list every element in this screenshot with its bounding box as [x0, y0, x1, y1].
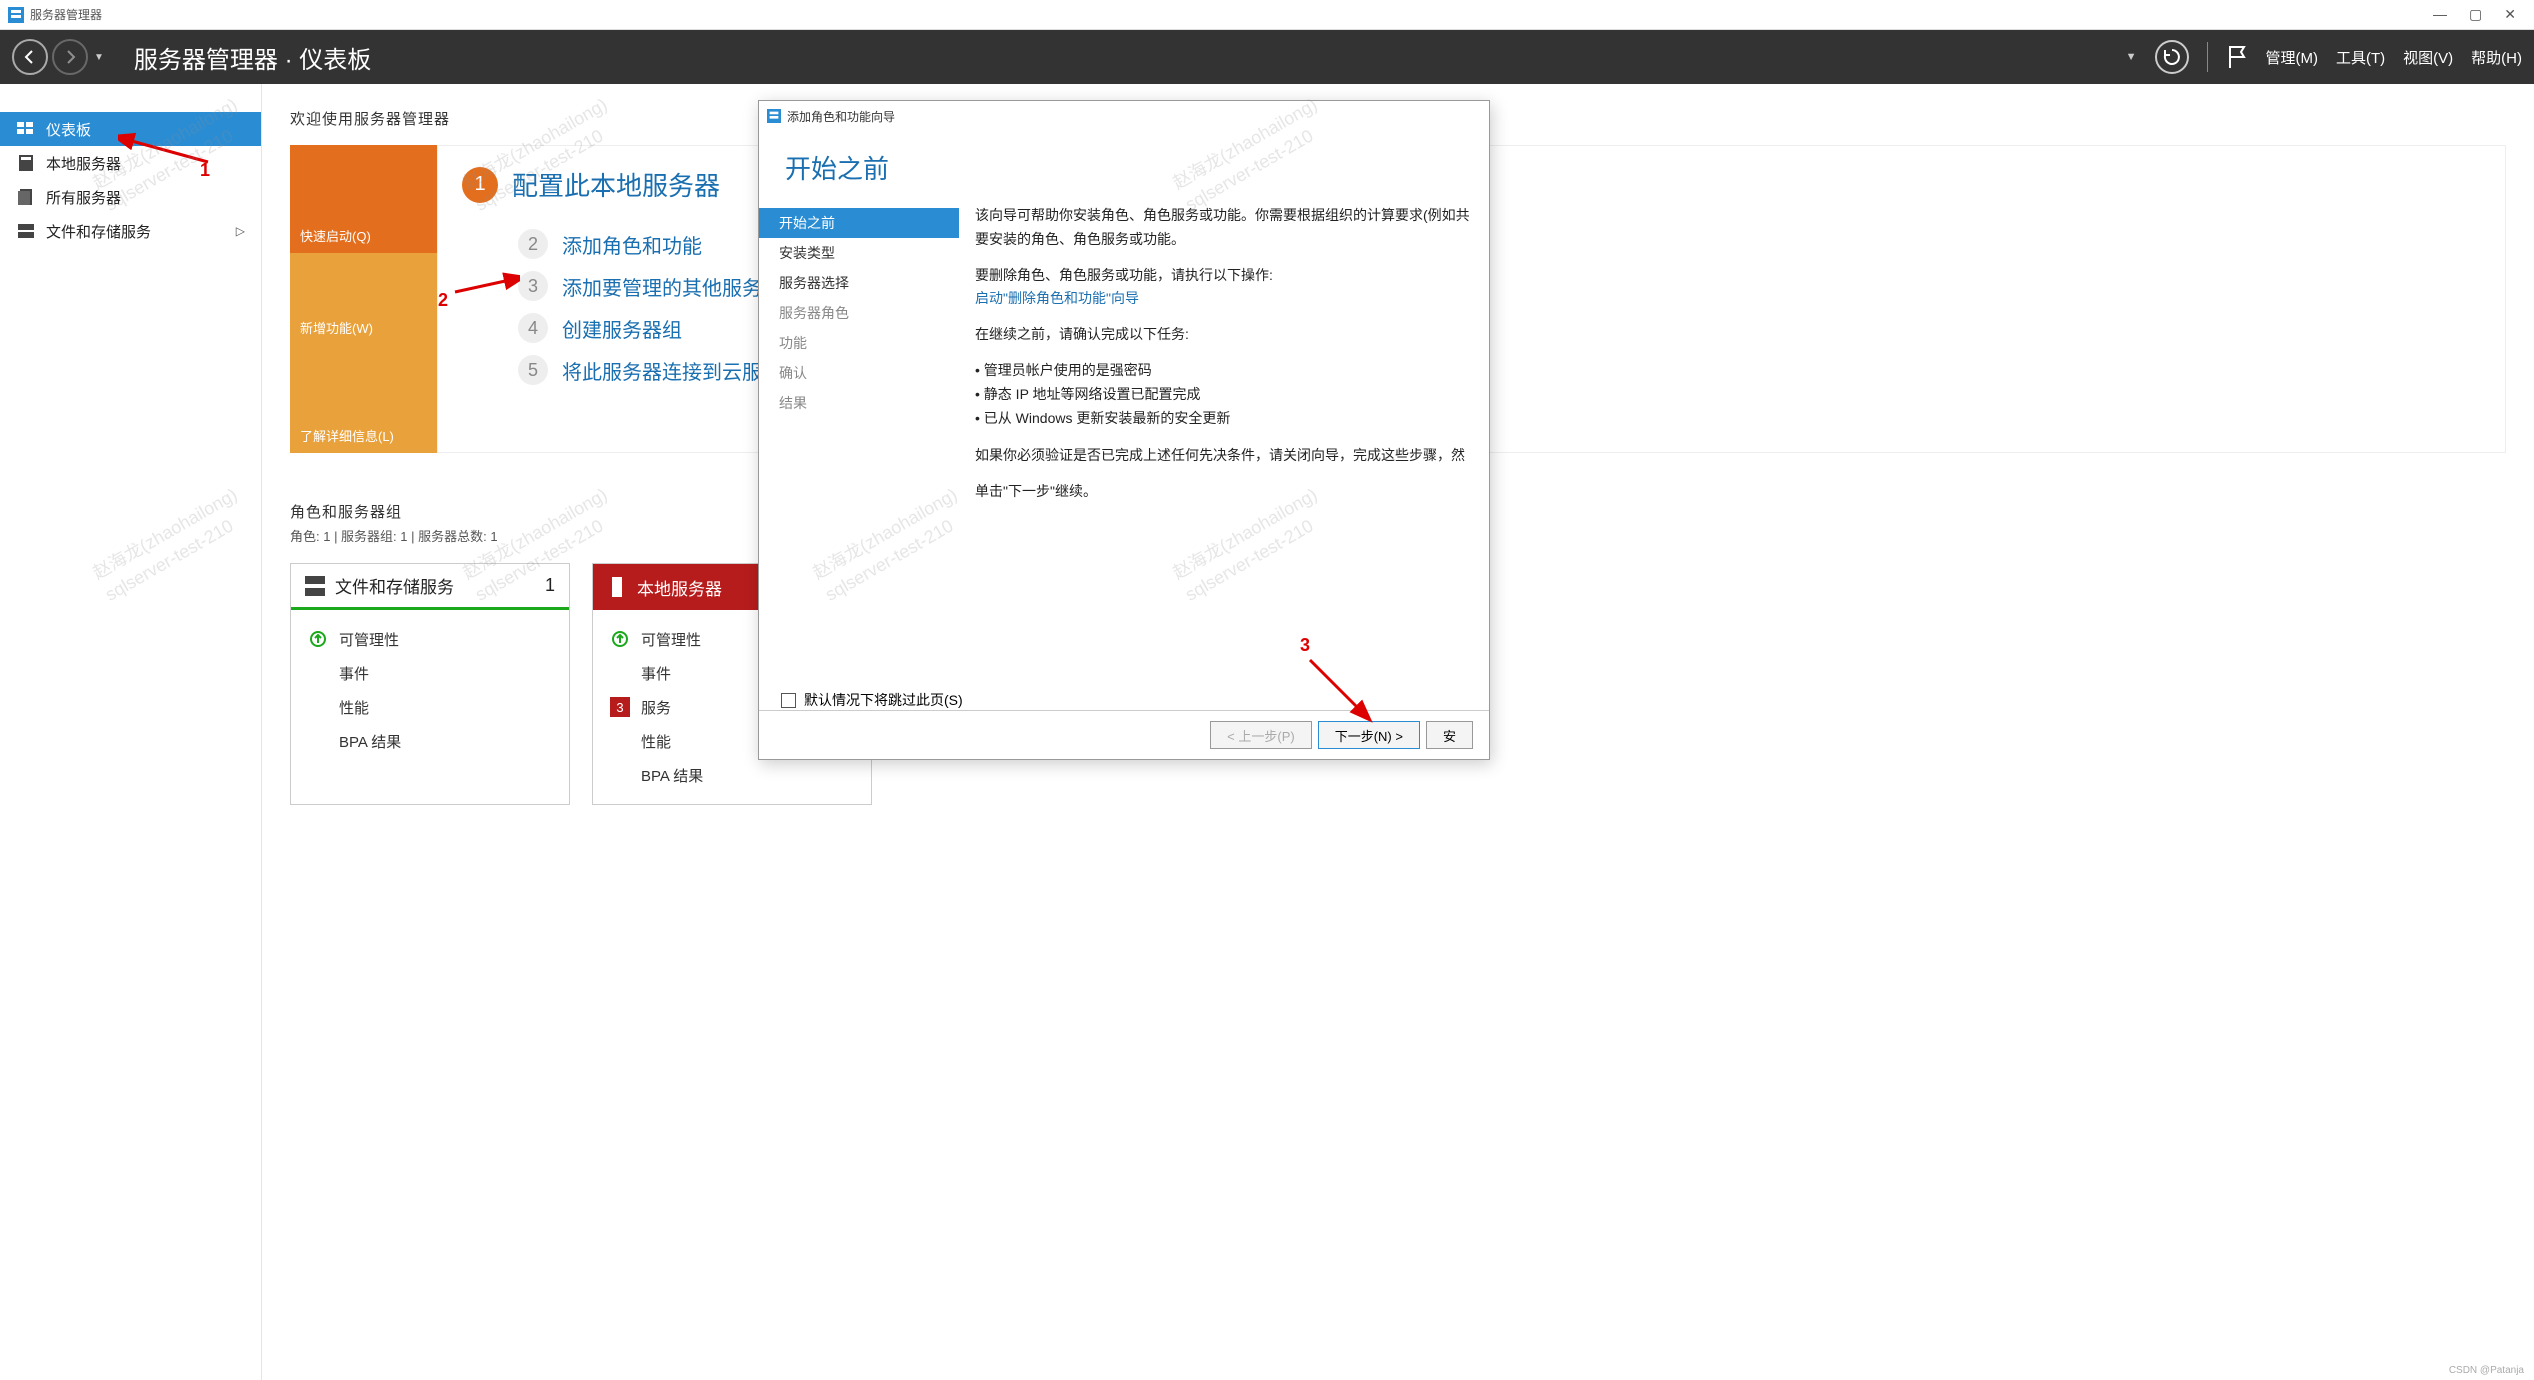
wizard-titlebar: 添加角色和功能向导 — [759, 101, 1489, 131]
wizard-step: 确认 — [759, 358, 959, 388]
card-line-label: 可管理性 — [641, 629, 701, 650]
menu-help[interactable]: 帮助(H) — [2471, 47, 2522, 68]
wizard-text: 如果你必须验证是否已完成上述任何先决条件，请关闭向导，完成这些步骤，然 — [975, 444, 1473, 468]
annotation-label-2: 2 — [438, 290, 448, 311]
skip-label: 默认情况下将跳过此页(S) — [804, 690, 963, 710]
sidebar-item-all-servers[interactable]: 所有服务器 — [0, 180, 261, 214]
card-line-label: BPA 结果 — [339, 731, 401, 752]
tile-learnmore[interactable]: 了解详细信息(L) — [290, 345, 437, 453]
wizard-text: 单击"下一步"继续。 — [975, 480, 1473, 504]
tile-quickstart[interactable]: 快速启动(Q) — [290, 145, 437, 253]
wizard-step[interactable]: 开始之前 — [759, 208, 959, 238]
card-line-label: 性能 — [339, 697, 369, 718]
card-title: 文件和存储服务 — [335, 573, 454, 598]
annotation-label-1: 1 — [200, 160, 210, 181]
card-line-label: 事件 — [641, 663, 671, 684]
dashboard-icon — [16, 120, 36, 138]
wizard-step-list: 开始之前 安装类型 服务器选择 服务器角色 功能 确认 结果 — [759, 200, 959, 682]
role-card-storage[interactable]: 文件和存储服务 1 可管理性 事件 性能 BPA 结果 — [290, 563, 570, 805]
wizard-bullet: 已从 Windows 更新安装最新的安全更新 — [975, 407, 1473, 431]
add-roles-wizard-dialog: 添加角色和功能向导 开始之前 开始之前 安装类型 服务器选择 服务器角色 功能 … — [758, 100, 1490, 760]
wizard-step: 结果 — [759, 388, 959, 418]
menu-tools[interactable]: 工具(T) — [2336, 47, 2385, 68]
servers-icon — [16, 188, 36, 206]
step-label: 添加要管理的其他服务 — [562, 272, 762, 301]
wizard-step: 服务器角色 — [759, 298, 959, 328]
card-line-label: 可管理性 — [339, 629, 399, 650]
wizard-step[interactable]: 服务器选择 — [759, 268, 959, 298]
nav-back-button[interactable] — [12, 39, 48, 75]
wizard-text: 要删除角色、角色服务或功能，请执行以下操作: — [975, 267, 1273, 283]
remove-roles-link[interactable]: 启动"删除角色和功能"向导 — [975, 290, 1139, 306]
skip-checkbox[interactable] — [781, 693, 796, 708]
footer-credit: CSDN @Patanja — [2449, 1365, 2524, 1376]
chevron-right-icon: ▷ — [236, 224, 245, 238]
header-bar: ▼ 服务器管理器 · 仪表板 ▼ 管理(M) 工具(T) 视图(V) 帮助(H) — [0, 30, 2534, 84]
wizard-title-text: 添加角色和功能向导 — [787, 108, 895, 125]
tile-label: 新增功能(W) — [300, 318, 373, 337]
configure-title[interactable]: 配置此本地服务器 — [512, 166, 720, 203]
server-icon — [607, 577, 627, 597]
window-maximize-icon[interactable]: ▢ — [2469, 6, 2482, 23]
window-minimize-icon[interactable]: — — [2433, 6, 2447, 23]
storage-icon — [305, 576, 325, 596]
sidebar: 仪表板 本地服务器 所有服务器 文件和存储服务 ▷ — [0, 84, 262, 1380]
title-bar: 服务器管理器 — ▢ ✕ — [0, 0, 2534, 30]
refresh-button[interactable] — [2155, 40, 2189, 74]
step-label: 创建服务器组 — [562, 314, 682, 343]
tile-label: 快速启动(Q) — [300, 226, 371, 245]
sidebar-item-storage[interactable]: 文件和存储服务 ▷ — [0, 214, 261, 248]
step-label: 将此服务器连接到云服 — [562, 356, 762, 385]
card-line-label: 事件 — [339, 663, 369, 684]
card-count: 1 — [545, 575, 555, 596]
sidebar-item-label: 仪表板 — [46, 119, 91, 140]
separator — [2207, 42, 2208, 72]
header-dropdown-icon[interactable]: ▼ — [2126, 51, 2137, 63]
wizard-step[interactable]: 安装类型 — [759, 238, 959, 268]
wizard-install-button[interactable]: 安 — [1426, 721, 1473, 749]
wizard-next-button[interactable]: 下一步(N) > — [1318, 721, 1420, 749]
wizard-heading: 开始之前 — [759, 131, 1489, 200]
breadcrumb: 服务器管理器 · 仪表板 — [134, 40, 371, 75]
step-label: 添加角色和功能 — [562, 230, 702, 259]
wizard-content: 该向导可帮助你安装角色、角色服务或功能。你需要根据组织的计算要求(例如共要安装的… — [959, 200, 1489, 682]
app-title: 服务器管理器 — [30, 6, 102, 23]
wizard-prev-button: < 上一步(P) — [1210, 721, 1312, 749]
arrow-up-icon — [307, 631, 329, 647]
app-icon — [767, 109, 781, 123]
sidebar-item-label: 本地服务器 — [46, 153, 121, 174]
window-close-icon[interactable]: ✕ — [2504, 6, 2516, 23]
tile-label: 了解详细信息(L) — [300, 426, 394, 445]
card-title: 本地服务器 — [637, 575, 722, 600]
arrow-up-icon — [609, 631, 631, 647]
wizard-bullet: 管理员帐户使用的是强密码 — [975, 359, 1473, 383]
arrow-left-icon — [21, 48, 39, 66]
refresh-icon — [2162, 47, 2182, 67]
nav-forward-button[interactable] — [52, 39, 88, 75]
flag-icon[interactable] — [2226, 44, 2248, 70]
error-count-badge: 3 — [610, 697, 630, 717]
wizard-bullet: 静态 IP 地址等网络设置已配置完成 — [975, 383, 1473, 407]
wizard-text: 该向导可帮助你安装角色、角色服务或功能。你需要根据组织的计算要求(例如共要安装的… — [975, 204, 1473, 252]
tile-whatsnew[interactable]: 新增功能(W) — [290, 253, 437, 345]
sidebar-item-label: 所有服务器 — [46, 187, 121, 208]
sidebar-item-label: 文件和存储服务 — [46, 221, 151, 242]
menu-view[interactable]: 视图(V) — [2403, 47, 2453, 68]
nav-dropdown-icon[interactable]: ▼ — [92, 52, 114, 63]
server-icon — [16, 154, 36, 172]
wizard-step: 功能 — [759, 328, 959, 358]
card-line-label: 性能 — [641, 731, 671, 752]
annotation-label-3: 3 — [1300, 635, 1310, 656]
step-badge-1: 1 — [462, 167, 498, 203]
menu-manage[interactable]: 管理(M) — [2266, 47, 2319, 68]
storage-icon — [16, 222, 36, 240]
sidebar-item-local-server[interactable]: 本地服务器 — [0, 146, 261, 180]
wizard-text: 在继续之前，请确认完成以下任务: — [975, 323, 1473, 347]
app-icon — [8, 7, 24, 23]
card-line-label: 服务 — [641, 697, 671, 718]
card-line-label: BPA 结果 — [641, 765, 703, 786]
arrow-right-icon — [61, 48, 79, 66]
sidebar-item-dashboard[interactable]: 仪表板 — [0, 112, 261, 146]
